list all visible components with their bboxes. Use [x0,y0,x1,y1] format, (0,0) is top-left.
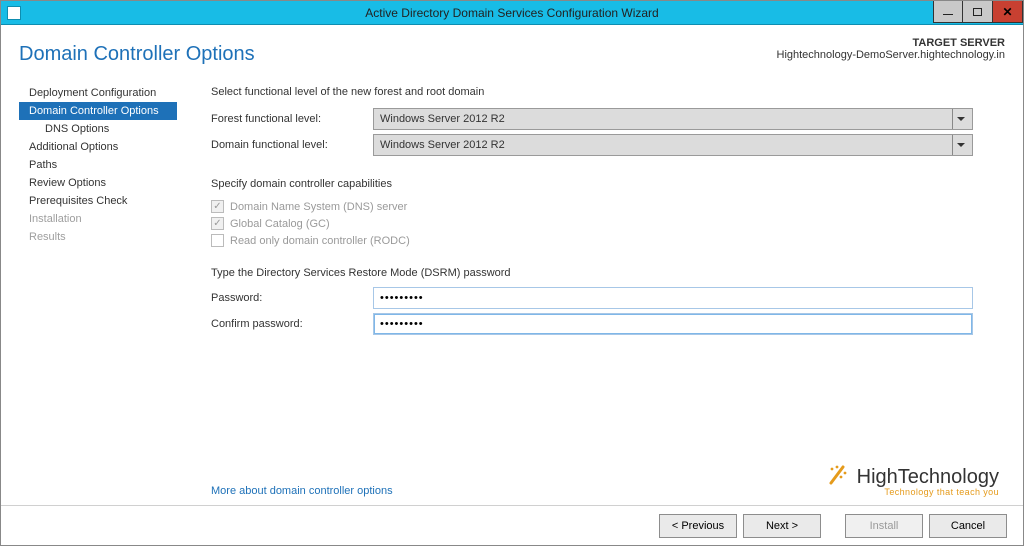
confirm-password-label: Confirm password: [211,318,373,330]
install-button: Install [845,514,923,538]
wizard-window: Active Directory Domain Services Configu… [0,0,1024,546]
title-bar[interactable]: Active Directory Domain Services Configu… [1,1,1023,25]
rodc-checkbox-row: Read only domain controller (RODC) [211,234,997,247]
forest-level-label: Forest functional level: [211,113,373,125]
cancel-button[interactable]: Cancel [929,514,1007,538]
dsrm-heading: Type the Directory Services Restore Mode… [211,267,997,279]
body-area: Domain Controller Options TARGET SERVER … [1,25,1023,505]
logo-icon [827,463,849,488]
chevron-down-icon [952,109,968,129]
domain-level-row: Domain functional level: Windows Server … [211,134,997,156]
sidebar-item-paths[interactable]: Paths [19,156,177,174]
capabilities-heading: Specify domain controller capabilities [211,178,997,190]
sidebar-item-dns-options[interactable]: DNS Options [19,120,177,138]
target-server-label: TARGET SERVER [777,37,1006,49]
password-label: Password: [211,292,373,304]
previous-button[interactable]: < Previous [659,514,737,538]
dns-checkbox [211,200,224,213]
domain-level-value: Windows Server 2012 R2 [380,139,505,151]
sidebar-item-installation: Installation [19,210,177,228]
rodc-checkbox [211,234,224,247]
sidebar-item-results: Results [19,228,177,246]
forest-level-row: Forest functional level: Windows Server … [211,108,997,130]
sidebar-item-dc-options[interactable]: Domain Controller Options [19,102,177,120]
target-server-block: TARGET SERVER Hightechnology-DemoServer.… [777,37,1006,61]
dns-checkbox-label: Domain Name System (DNS) server [230,201,407,213]
sidebar-item-review[interactable]: Review Options [19,174,177,192]
forest-level-select[interactable]: Windows Server 2012 R2 [373,108,973,130]
sidebar-item-additional[interactable]: Additional Options [19,138,177,156]
sidebar-item-deployment[interactable]: Deployment Configuration [19,84,177,102]
page-title: Domain Controller Options [19,43,255,66]
chevron-down-icon [952,135,968,155]
domain-level-label: Domain functional level: [211,139,373,151]
password-input[interactable] [373,287,973,309]
sidebar-item-prereq[interactable]: Prerequisites Check [19,192,177,210]
domain-level-select[interactable]: Windows Server 2012 R2 [373,134,973,156]
forest-level-value: Windows Server 2012 R2 [380,113,505,125]
header-row: Domain Controller Options TARGET SERVER … [19,37,1005,82]
content-row: Deployment Configuration Domain Controll… [19,82,1005,505]
confirm-password-row: Confirm password: [211,313,997,335]
wizard-steps-sidebar: Deployment Configuration Domain Controll… [19,82,177,505]
window-title: Active Directory Domain Services Configu… [1,6,1023,20]
logo-text: HighTechnology [857,466,999,488]
gc-checkbox-label: Global Catalog (GC) [230,218,330,230]
dns-checkbox-row: Domain Name System (DNS) server [211,200,997,213]
intro-text: Select functional level of the new fores… [211,86,997,98]
confirm-password-input[interactable] [373,313,973,335]
target-server-value: Hightechnology-DemoServer.hightechnology… [777,49,1006,61]
main-panel: Select functional level of the new fores… [177,82,1005,505]
next-button[interactable]: Next > [743,514,821,538]
logo-watermark: HighTechnology Technology that teach you [827,461,999,497]
footer-buttons: < Previous Next > Install Cancel [1,505,1023,545]
rodc-checkbox-label: Read only domain controller (RODC) [230,235,410,247]
gc-checkbox [211,217,224,230]
password-row: Password: [211,287,997,309]
gc-checkbox-row: Global Catalog (GC) [211,217,997,230]
